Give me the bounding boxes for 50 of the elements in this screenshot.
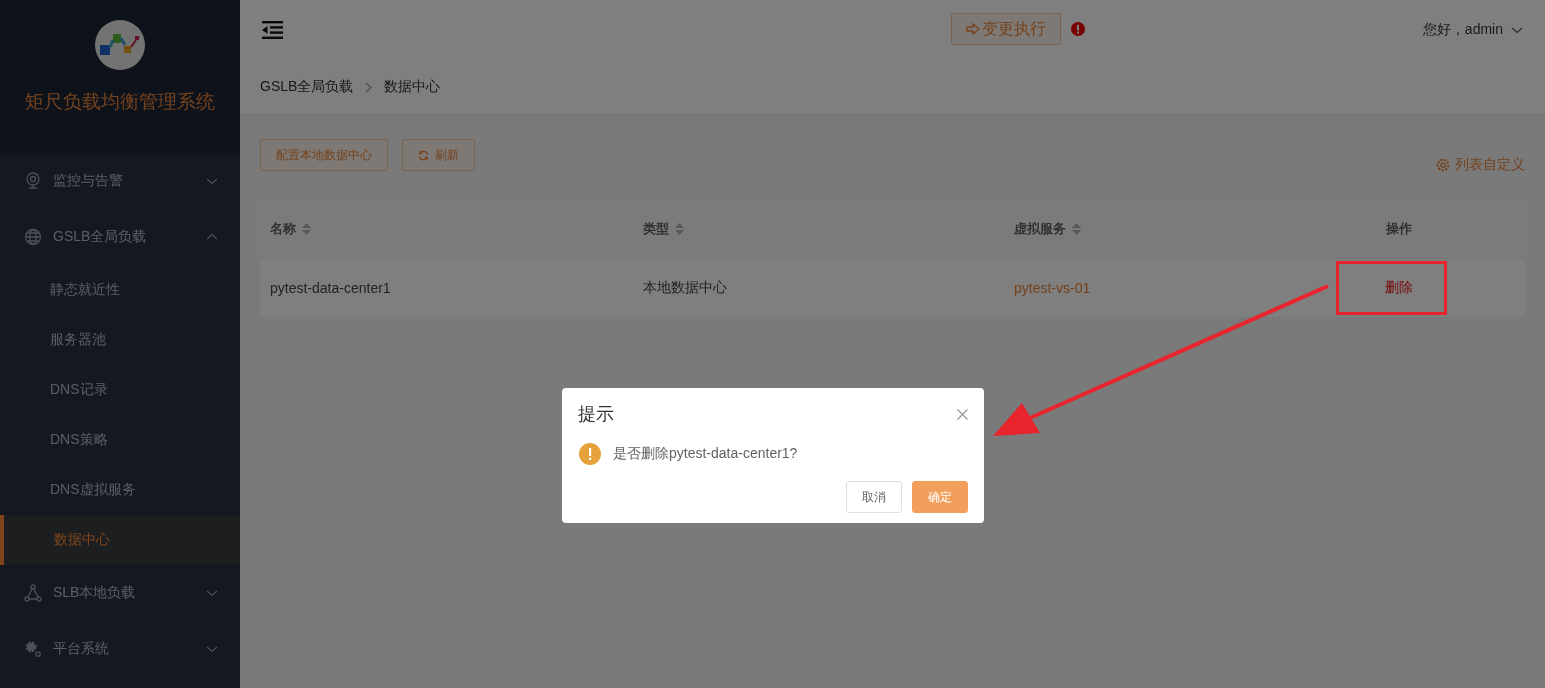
chevron-icon — [1511, 26, 1523, 34]
column-header: 操作 — [1385, 220, 1413, 238]
submenu-item[interactable]: 数据中心 — [0, 515, 240, 565]
submenu-item[interactable]: DNS记录 — [0, 365, 240, 415]
customize-columns-link[interactable]: 列表自定义 — [1436, 156, 1525, 174]
delete-link[interactable]: 删除 — [1385, 279, 1413, 297]
refresh-icon — [418, 149, 429, 161]
submenu-item[interactable]: 静态就近性 — [0, 265, 240, 315]
sort-icon[interactable] — [1072, 223, 1081, 235]
gear-icon — [24, 640, 42, 658]
submenu-item[interactable]: DNS策略 — [0, 415, 240, 465]
webcam-icon — [24, 172, 42, 190]
breadcrumb-item[interactable]: GSLB全局负载 — [260, 78, 354, 96]
chevron-icon — [206, 589, 218, 597]
menu-item[interactable]: 平台系统 — [0, 621, 240, 677]
refresh-button[interactable]: 刷新 — [402, 139, 475, 171]
submenu-item[interactable]: 服务器池 — [0, 315, 240, 365]
warning-icon — [579, 443, 601, 465]
chevron-right-icon — [365, 81, 373, 93]
column-header[interactable]: 类型 — [633, 200, 1004, 258]
table-cell-text: pytest-data-center1 — [269, 279, 392, 298]
column-header[interactable]: 名称 — [260, 200, 633, 258]
menu-icon[interactable] — [262, 21, 284, 39]
user-menu[interactable]: 您好，admin — [1422, 21, 1523, 39]
settings-icon — [1436, 158, 1450, 172]
config-button[interactable]: 配置本地数据中心 — [260, 139, 388, 171]
dialog-message: 是否删除pytest-data-center1? — [613, 445, 798, 463]
sort-icon[interactable] — [302, 223, 311, 235]
change-execute-button[interactable]: 变更执行 — [951, 13, 1061, 45]
chevron-icon — [206, 645, 218, 653]
cancel-button[interactable]: 取消 — [846, 481, 902, 513]
close-icon[interactable] — [957, 408, 968, 420]
logo-icon — [95, 20, 145, 70]
app-title: 矩尺负载均衡管理系统 — [25, 90, 215, 114]
menu-item[interactable]: 监控与告警 — [0, 153, 240, 209]
network-icon — [24, 584, 42, 602]
table-cell-text: 本地数据中心 — [642, 278, 728, 297]
arrow-icon — [966, 23, 980, 35]
menu-item[interactable]: SLB本地负载 — [0, 565, 240, 621]
chevron-icon — [206, 233, 218, 241]
menu-item[interactable]: GSLB全局负载 — [0, 209, 240, 265]
column-header[interactable]: 虚拟服务 — [1004, 200, 1346, 258]
submenu-item[interactable]: DNS虚拟服务 — [0, 465, 240, 515]
chevron-icon — [206, 177, 218, 185]
virtual-service-link[interactable]: pytest-vs-01 — [1014, 280, 1091, 296]
globe-icon — [24, 228, 42, 246]
confirm-button[interactable]: 确定 — [912, 481, 968, 513]
breadcrumb-item: 数据中心 — [384, 78, 441, 96]
sort-icon[interactable] — [675, 223, 684, 235]
dialog-title: 提示 — [578, 403, 614, 426]
